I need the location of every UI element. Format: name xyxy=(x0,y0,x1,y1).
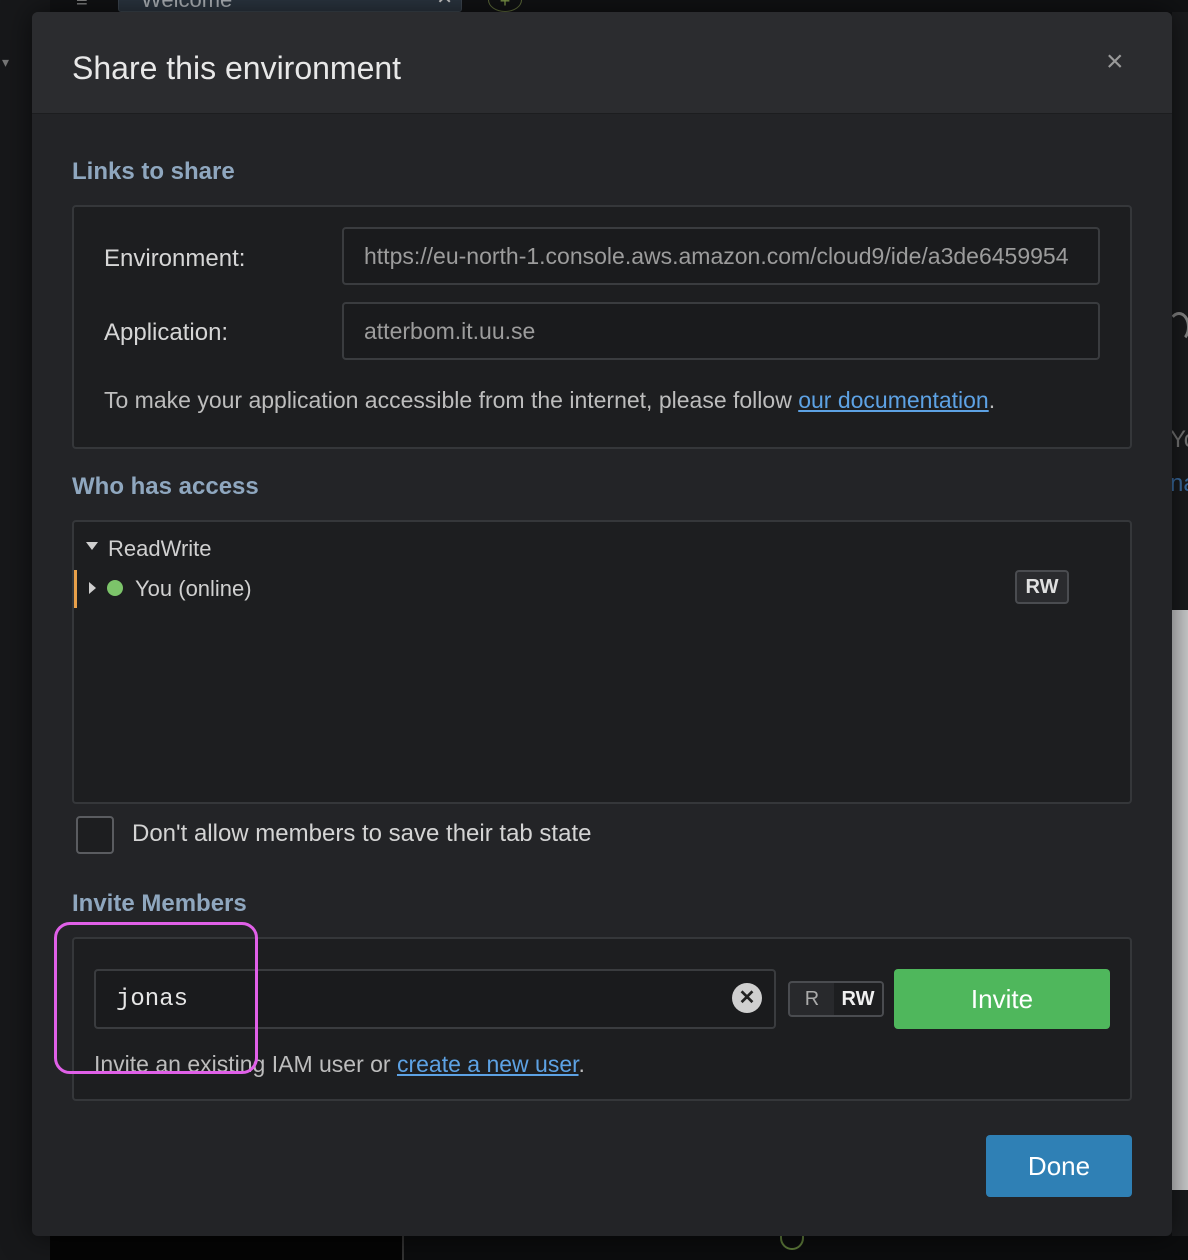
application-url-field[interactable] xyxy=(342,302,1100,360)
create-user-link[interactable]: create a new user xyxy=(397,1051,579,1077)
permission-rw-option[interactable]: RW xyxy=(834,983,882,1015)
background-bottom-left xyxy=(50,1236,402,1260)
access-tree-panel: ReadWrite You (online) RW xyxy=(72,520,1132,804)
close-icon[interactable]: × xyxy=(1106,47,1124,77)
documentation-link[interactable]: our documentation xyxy=(798,387,989,413)
caret-right-icon[interactable] xyxy=(89,582,96,594)
dialog-header: Share this environment × xyxy=(32,12,1172,114)
background-right-panel xyxy=(1172,610,1188,1190)
invite-note: Invite an existing IAM user or create a … xyxy=(94,1051,585,1078)
application-label: Application: xyxy=(104,319,229,346)
tab-label: Welcome xyxy=(141,0,232,11)
member-name: You (online) xyxy=(135,576,252,601)
share-dialog: Share this environment × Links to share … xyxy=(32,12,1172,1236)
tab-state-label[interactable]: Don't allow members to save their tab st… xyxy=(132,820,591,848)
links-panel: Environment: Application: To make your a… xyxy=(72,205,1132,449)
caret-down-icon[interactable] xyxy=(86,542,98,550)
documentation-note: To make your application accessible from… xyxy=(104,387,995,414)
note-suffix: . xyxy=(988,387,996,413)
note-text: To make your application accessible from… xyxy=(104,387,799,413)
environment-label: Environment: xyxy=(104,245,246,272)
links-section-title: Links to share xyxy=(72,158,235,185)
clear-input-icon[interactable]: ✕ xyxy=(732,983,762,1013)
access-section-title: Who has access xyxy=(72,473,259,500)
invite-note-suffix: . xyxy=(578,1051,585,1077)
background-link: na xyxy=(1170,470,1188,497)
caret-down-icon: ▾ xyxy=(2,54,10,70)
done-button[interactable]: Done xyxy=(986,1135,1132,1197)
environment-url-field[interactable] xyxy=(342,227,1100,285)
permission-r-option[interactable]: R xyxy=(790,983,834,1015)
invite-button[interactable]: Invite xyxy=(894,969,1110,1029)
invite-note-text: Invite an existing IAM user or xyxy=(94,1051,397,1077)
group-readwrite-label[interactable]: ReadWrite xyxy=(108,536,212,562)
online-status-icon xyxy=(107,580,123,596)
divider xyxy=(402,1236,404,1260)
permission-toggle: R RW xyxy=(788,981,884,1017)
invite-panel: ✕ R RW Invite Invite an existing IAM use… xyxy=(72,937,1132,1101)
member-row[interactable]: You (online) RW xyxy=(74,570,1130,608)
invite-section-title: Invite Members xyxy=(72,890,247,917)
tab-close-icon[interactable]: ✕ xyxy=(436,0,453,11)
permission-badge[interactable]: RW xyxy=(1015,570,1069,604)
invite-user-input[interactable] xyxy=(94,969,776,1029)
tab-state-checkbox[interactable] xyxy=(76,816,114,854)
background-text: Yo xyxy=(1170,426,1188,453)
menu-icon[interactable]: ≡ xyxy=(76,0,98,11)
tab-welcome[interactable]: Welcome ✕ xyxy=(118,0,462,12)
dialog-title: Share this environment xyxy=(72,50,402,86)
